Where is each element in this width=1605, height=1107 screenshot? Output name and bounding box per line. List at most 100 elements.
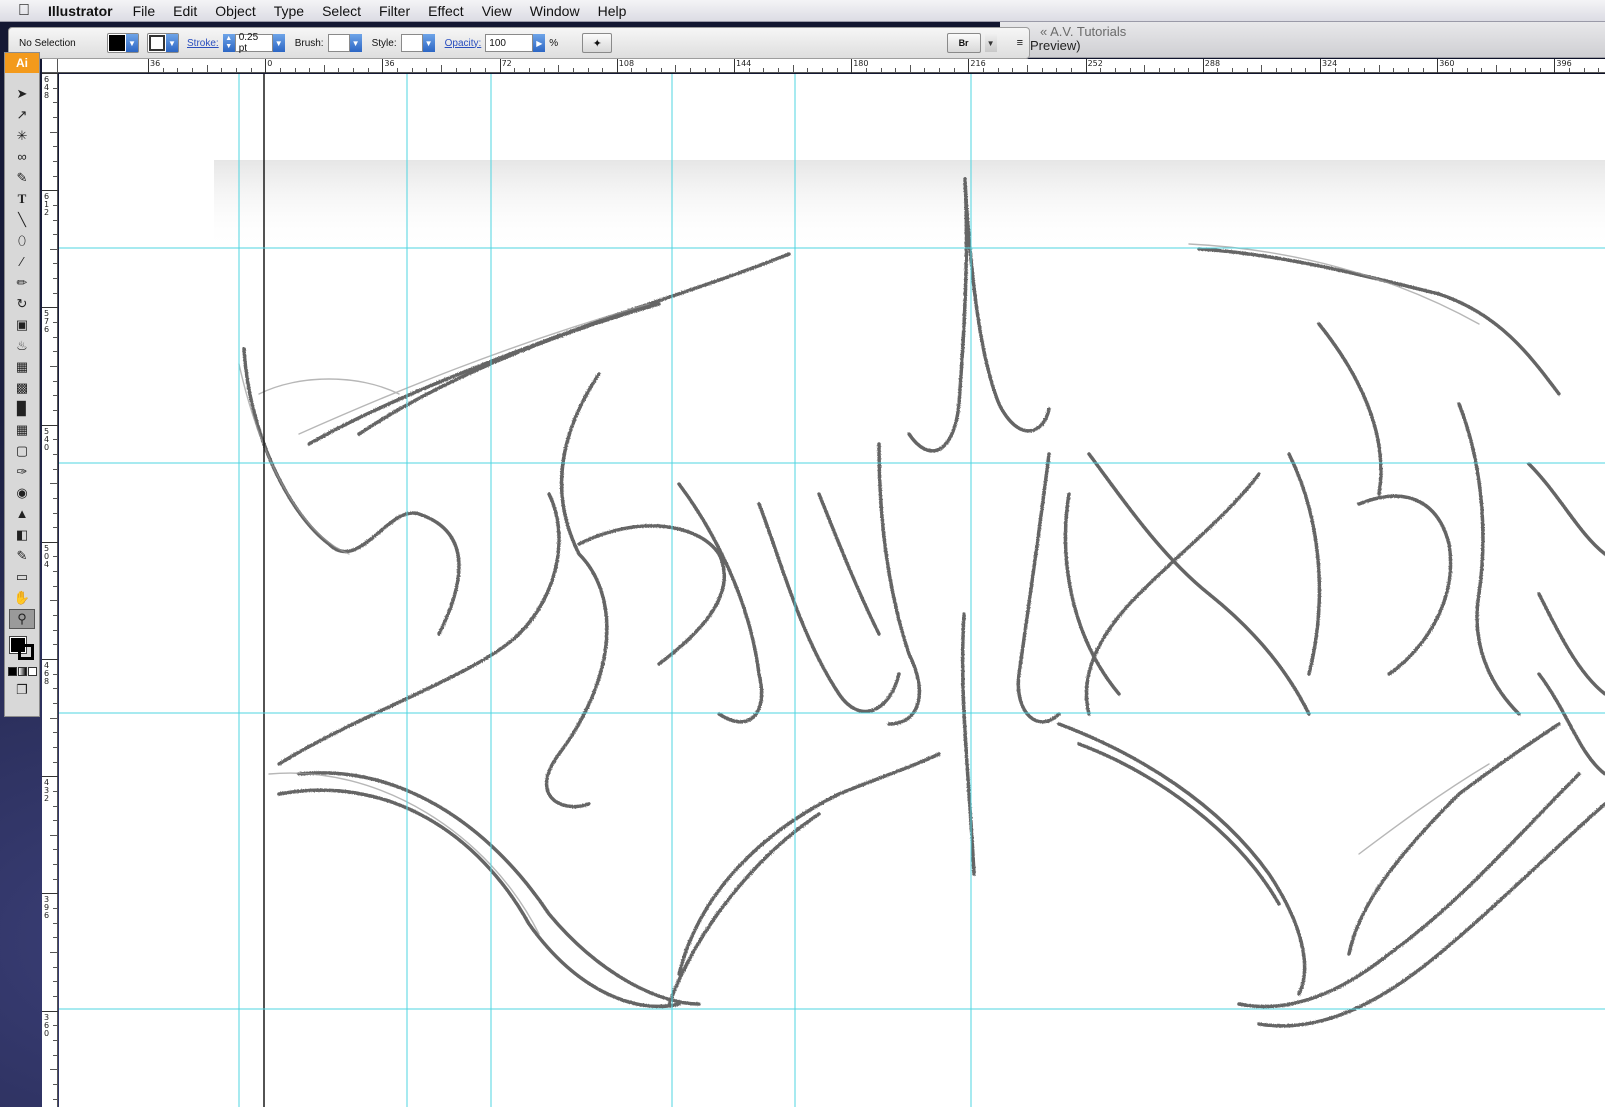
blend-icon: ◉ (16, 484, 28, 500)
paintbrush-tool[interactable]: ⁄ (9, 252, 35, 272)
magic-wand-tool[interactable]: ✳ (9, 126, 35, 146)
horizontal-ruler[interactable]: 36 0 36 72 108 144 180 216 252 288 324 360 396 (42, 59, 1605, 73)
lasso-icon: ∞ (17, 149, 27, 164)
ruler-minor-tick (1144, 65, 1146, 72)
slice-tool[interactable]: ◧ (9, 525, 35, 545)
ruler-left-label: 468 (44, 661, 50, 686)
pen-tool[interactable]: ✎ (9, 168, 35, 188)
opacity-panel-link[interactable]: Opacity: (445, 38, 482, 49)
stroke-weight-dropdown[interactable]: ▼ (272, 34, 285, 52)
ruler-minor-tick (53, 219, 57, 221)
mesh-tool[interactable]: ▦ (9, 420, 35, 440)
selection-tool[interactable]: ➤ (9, 84, 35, 104)
line-tool[interactable]: ╲ (9, 210, 35, 230)
stroke-color-icon[interactable] (18, 644, 34, 660)
brush-picker[interactable] (327, 34, 350, 52)
ruler-major-tick (42, 776, 58, 778)
gradient-tool[interactable]: ▢ (9, 441, 35, 461)
ruler-minor-tick (53, 556, 57, 558)
opacity-slider-button[interactable]: ▶ (533, 34, 546, 52)
ruler-minor-tick (53, 468, 57, 470)
ellipse-icon: ⬯ (17, 232, 27, 248)
lasso-tool[interactable]: ∞ (9, 147, 35, 167)
screen-mode-button[interactable]: ❐ (9, 680, 35, 700)
menu-help[interactable]: Help (598, 3, 627, 19)
style-dropdown[interactable]: ▼ (422, 34, 435, 52)
ruler-minor-tick (1070, 68, 1072, 72)
zoom-tool[interactable]: ⚲ (9, 608, 35, 629)
ruler-minor-tick (748, 68, 750, 72)
scale-tool[interactable]: ▣ (9, 315, 35, 335)
menu-window[interactable]: Window (530, 3, 580, 19)
scale-icon: ▣ (15, 316, 29, 332)
warp-tool[interactable]: ♨ (9, 336, 35, 356)
stroke-weight-input[interactable]: 0.25 pt (234, 32, 273, 54)
apple-icon[interactable]:  (0, 2, 48, 20)
ruler-minor-tick (807, 68, 809, 72)
menu-edit[interactable]: Edit (173, 3, 197, 19)
ruler-minor-tick (53, 453, 57, 455)
ruler-minor-tick (53, 497, 57, 499)
brush-dropdown[interactable]: ▼ (349, 34, 362, 52)
crop-area-tool[interactable]: ✎ (9, 546, 35, 566)
menu-view[interactable]: View (482, 3, 512, 19)
none-mode-icon[interactable] (27, 667, 37, 676)
crop-icon: ✎ (16, 547, 28, 563)
bridge-dropdown[interactable]: ▼ (984, 34, 997, 52)
artboard-canvas[interactable] (59, 74, 1605, 1107)
ruler-minor-tick (865, 68, 867, 72)
ruler-origin[interactable] (42, 59, 58, 73)
ruler-minor-tick (50, 600, 57, 602)
ruler-minor-tick (543, 68, 545, 72)
menu-type[interactable]: Type (274, 3, 304, 19)
vertical-ruler[interactable]: 648 612 576 540 504 468 432 396 360 (42, 59, 58, 1107)
style-picker[interactable] (400, 34, 423, 52)
ruler-minor-tick (1407, 68, 1409, 72)
ruler-minor-tick (646, 68, 648, 72)
ruler-minor-tick (53, 761, 57, 763)
rotate-tool[interactable]: ↻ (9, 294, 35, 314)
live-paint-tool[interactable]: ▲ (9, 504, 35, 524)
color-mode-buttons (7, 667, 37, 676)
hand-tool[interactable]: ✋ (9, 588, 35, 608)
menu-app-name[interactable]: Illustrator (48, 3, 113, 19)
fill-stroke-widget[interactable] (8, 635, 36, 661)
pencil-tool[interactable]: ✏ (9, 273, 35, 293)
gradient-mode-icon[interactable] (17, 667, 27, 676)
ruler-minor-tick (1056, 68, 1058, 72)
ellipse-tool[interactable]: ⬯ (9, 231, 35, 251)
menu-select[interactable]: Select (322, 3, 361, 19)
stroke-panel-link[interactable]: Stroke: (187, 38, 219, 49)
ruler-top-label: 36 (384, 59, 395, 68)
eraser-tool[interactable]: ▭ (9, 567, 35, 587)
stroke-stepper[interactable]: ▲ ▼ (222, 34, 235, 52)
ruler-minor-tick (53, 351, 57, 353)
ruler-minor-tick (53, 585, 57, 587)
ruler-minor-tick (235, 68, 237, 72)
ruler-minor-tick (763, 68, 765, 72)
opacity-input[interactable]: 100 (485, 34, 534, 52)
ruler-minor-tick (880, 68, 882, 72)
panel-menu-icon[interactable]: ≡ (1017, 37, 1023, 49)
color-mode-icon[interactable] (7, 667, 17, 676)
stroke-color-picker[interactable]: ▼ (147, 33, 179, 53)
menu-file[interactable]: File (133, 3, 156, 19)
graph-tool[interactable]: ▉ (9, 399, 35, 419)
bridge-button[interactable]: Br (946, 33, 981, 53)
menu-filter[interactable]: Filter (379, 3, 410, 19)
eyedropper-tool[interactable]: ✑ (9, 462, 35, 482)
menu-object[interactable]: Object (215, 3, 255, 19)
fill-color-picker[interactable]: ▼ (107, 33, 139, 53)
free-transform-tool[interactable]: ▦ (9, 357, 35, 377)
ruler-top-label: 36 (150, 59, 161, 68)
type-tool[interactable]: T (9, 189, 35, 209)
ruler-minor-tick (53, 981, 57, 983)
ruler-minor-tick (53, 878, 57, 880)
blend-tool[interactable]: ◉ (9, 483, 35, 503)
symbol-sprayer-tool[interactable]: ▩ (9, 378, 35, 398)
direct-selection-tool[interactable]: ↗ (9, 105, 35, 125)
ruler-left-label: 612 (44, 192, 50, 218)
recolor-artwork-button[interactable]: ✦ (582, 33, 613, 53)
ruler-minor-tick (1525, 68, 1527, 72)
menu-effect[interactable]: Effect (428, 3, 464, 19)
